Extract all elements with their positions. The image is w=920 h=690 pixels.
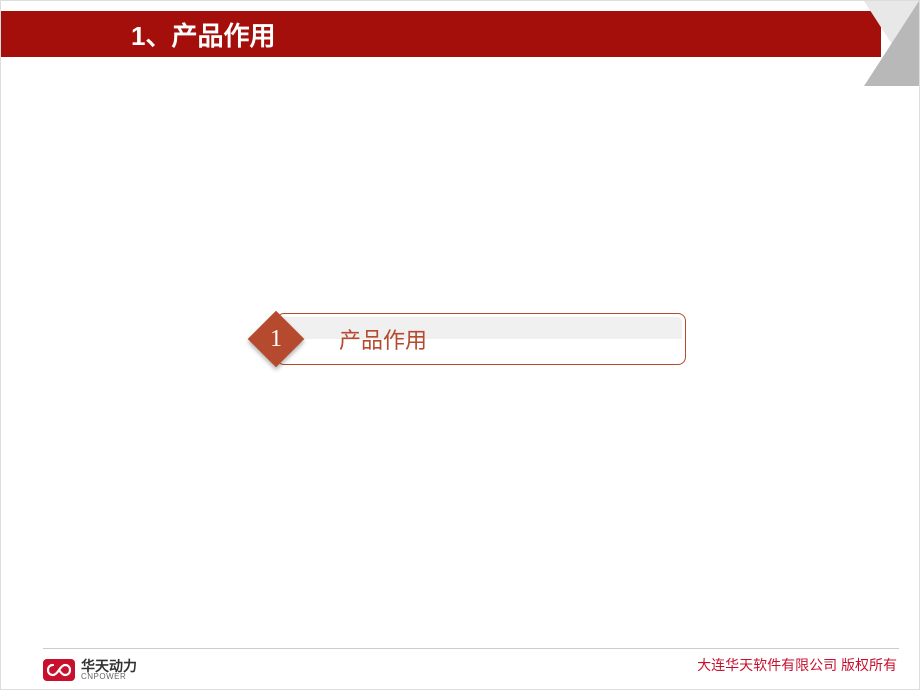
- footer-divider: [43, 648, 899, 649]
- copyright-text: 大连华天软件有限公司 版权所有: [697, 655, 897, 675]
- logo-english: CNPOWER: [81, 673, 137, 681]
- callout-label: 产品作用: [339, 323, 427, 355]
- slide-container: 1、产品作用 产品作用 1 华天动力 CNPOWER 大连华天软件有限公司 版权…: [0, 0, 920, 690]
- corner-fold-decoration: [864, 1, 919, 86]
- company-logo-icon: [43, 659, 75, 681]
- logo-container: 华天动力 CNPOWER: [43, 659, 137, 681]
- infinity-icon: [47, 663, 71, 677]
- logo-text-group: 华天动力 CNPOWER: [81, 659, 137, 681]
- callout-bar: 产品作用: [276, 313, 686, 365]
- logo-chinese: 华天动力: [81, 659, 137, 673]
- diamond-number: 1: [248, 311, 304, 367]
- slide-title: 1、产品作用: [131, 16, 275, 53]
- center-callout: 产品作用 1: [248, 313, 686, 365]
- footer: 华天动力 CNPOWER 大连华天软件有限公司 版权所有: [1, 639, 919, 689]
- header-bar: 1、产品作用: [1, 11, 881, 57]
- diamond-badge: 1: [248, 311, 304, 367]
